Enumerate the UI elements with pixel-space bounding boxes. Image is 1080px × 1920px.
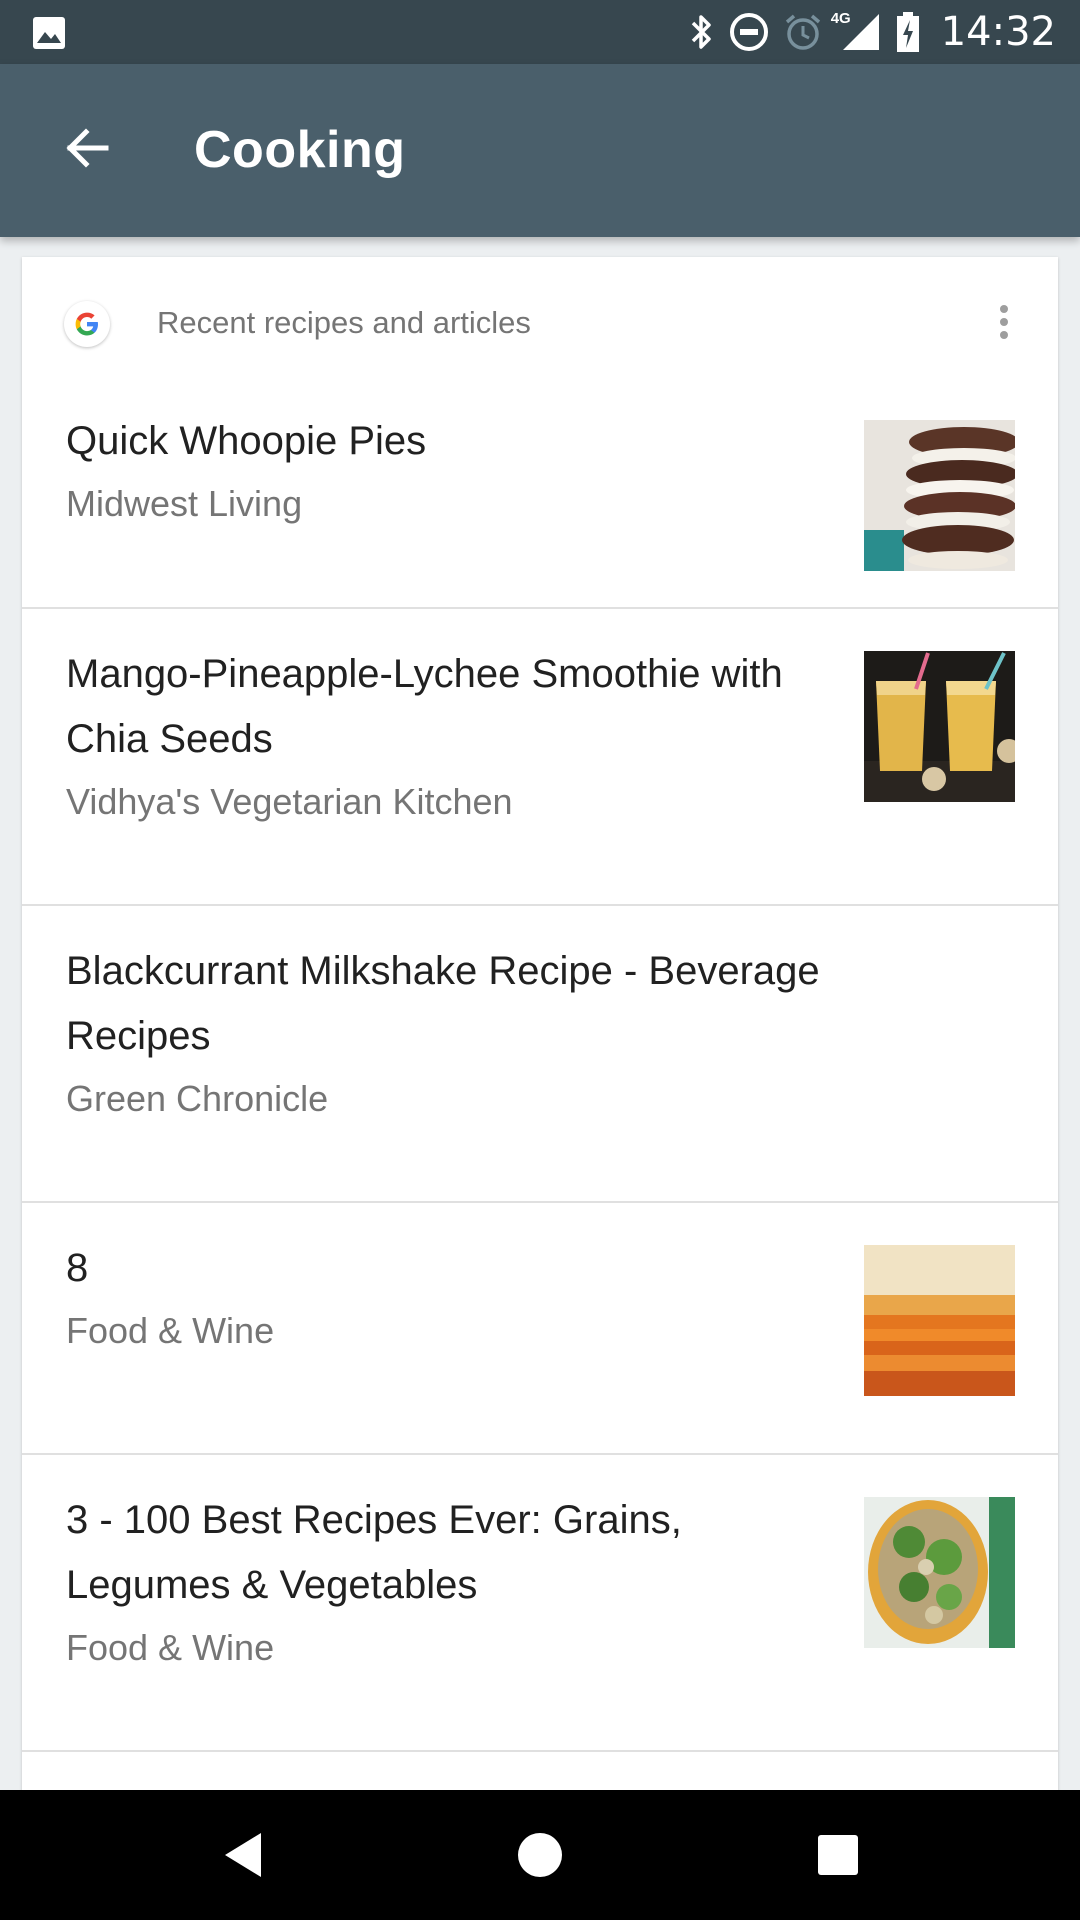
bluetooth-icon bbox=[691, 15, 711, 49]
item-source: Food & Wine bbox=[66, 1627, 275, 1668]
google-logo-icon bbox=[64, 301, 110, 347]
item-title: Blackcurrant Milkshake Recipe - Beverage… bbox=[66, 949, 820, 1058]
recent-recipes-card: Recent recipes and articles Quick Whoopi… bbox=[22, 257, 1058, 1797]
card-header: Recent recipes and articles bbox=[22, 257, 1058, 387]
sweet-potato-gratin-photo bbox=[864, 1245, 1015, 1396]
navigation-bar bbox=[0, 1790, 1080, 1920]
smoothie-photo bbox=[864, 651, 1015, 802]
card-header-label: Recent recipes and articles bbox=[157, 305, 531, 340]
list-item[interactable]: 3 - 100 Best Recipes Ever: Grains, Legum… bbox=[22, 1455, 1058, 1752]
home-circle-icon bbox=[518, 1833, 562, 1877]
status-icons: 4G 14:32 bbox=[689, 0, 1056, 64]
stuffed-squash-photo bbox=[864, 1497, 1015, 1648]
item-source: Food & Wine bbox=[66, 1310, 275, 1351]
app-bar: Cooking bbox=[0, 64, 1080, 237]
alarm-icon bbox=[785, 14, 820, 50]
nav-recents-button[interactable] bbox=[768, 1790, 908, 1920]
do-not-disturb-icon bbox=[729, 13, 768, 51]
arrow-back-icon[interactable] bbox=[60, 120, 116, 176]
page-title: Cooking bbox=[194, 121, 406, 179]
back-triangle-icon bbox=[225, 1833, 261, 1877]
whoopie-pies-photo bbox=[864, 420, 1015, 571]
more-options-icon[interactable] bbox=[992, 301, 1016, 347]
battery-charging-icon bbox=[896, 12, 919, 52]
recents-square-icon bbox=[818, 1835, 858, 1875]
nav-back-button[interactable] bbox=[173, 1790, 313, 1920]
network-type-label: 4G bbox=[830, 10, 851, 27]
item-title: Quick Whoopie Pies bbox=[66, 419, 427, 463]
list-item[interactable]: 8 Food & Wine bbox=[22, 1203, 1058, 1455]
list-item[interactable]: Blackcurrant Milkshake Recipe - Beverage… bbox=[22, 906, 1058, 1203]
list-item[interactable]: Mango-Pineapple-Lychee Smoothie with Chi… bbox=[22, 609, 1058, 906]
list-item[interactable]: Quick Whoopie Pies Midwest Living bbox=[22, 387, 1058, 609]
item-source: Green Chronicle bbox=[66, 1078, 329, 1119]
item-source: Midwest Living bbox=[66, 483, 303, 524]
signal-icon: 4G bbox=[831, 10, 881, 52]
status-time: 14:32 bbox=[940, 9, 1056, 55]
item-title: 8 bbox=[66, 1246, 89, 1290]
status-bar: 4G 14:32 bbox=[0, 0, 1080, 64]
item-title: Mango-Pineapple-Lychee Smoothie with Chi… bbox=[66, 652, 783, 761]
item-title: 3 - 100 Best Recipes Ever: Grains, Legum… bbox=[66, 1498, 682, 1607]
item-source: Vidhya's Vegetarian Kitchen bbox=[66, 781, 513, 822]
nav-home-button[interactable] bbox=[470, 1790, 610, 1920]
image-icon bbox=[33, 17, 65, 49]
